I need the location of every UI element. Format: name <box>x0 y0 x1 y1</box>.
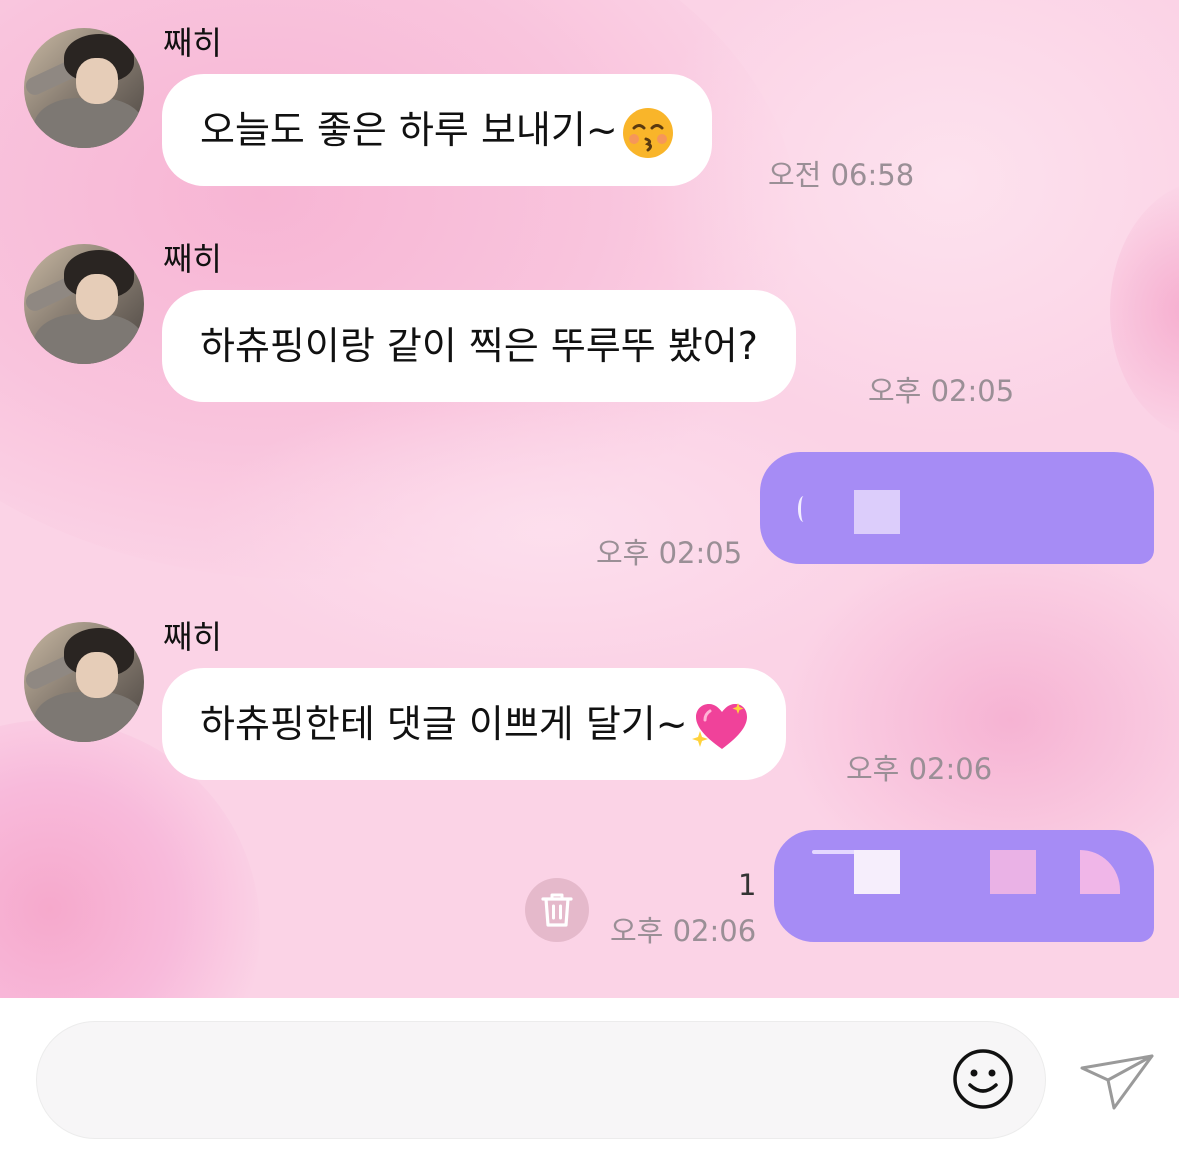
sender-avatar[interactable] <box>24 28 144 148</box>
message-timestamp: 오후 02:06 <box>846 752 993 786</box>
send-button[interactable] <box>1078 1050 1156 1112</box>
message-text: 오늘도 좋은 하루 보내기~ <box>200 108 618 152</box>
message-input[interactable] <box>73 1048 957 1114</box>
sender-name: 째히 <box>163 240 222 278</box>
kissing-face-icon <box>622 107 673 158</box>
delete-button[interactable] <box>525 878 589 942</box>
redacted-content <box>854 850 900 894</box>
sender-name: 째히 <box>163 618 222 656</box>
redacted-content <box>1080 850 1120 894</box>
outgoing-message-bubble[interactable] <box>760 452 1154 564</box>
message-timestamp: 오후 02:05 <box>868 374 1015 408</box>
trash-icon <box>541 893 573 927</box>
message-timestamp: 오전 06:58 <box>768 158 915 192</box>
redacted-content <box>798 496 809 522</box>
smiley-face-icon <box>953 1049 1013 1109</box>
sender-avatar[interactable] <box>24 622 144 742</box>
sender-avatar[interactable] <box>24 244 144 364</box>
emoji-button[interactable] <box>952 1048 1014 1110</box>
message-timestamp: 오후 02:05 <box>596 536 743 570</box>
incoming-message-bubble[interactable]: 하츄핑이랑 같이 찍은 뚜루뚜 봤어? <box>162 290 796 402</box>
outgoing-message-bubble[interactable] <box>774 830 1154 942</box>
incoming-message-bubble[interactable]: 하츄핑한테 댓글 이쁘게 달기~ <box>162 668 786 780</box>
redacted-content <box>854 490 900 534</box>
sender-name: 째히 <box>163 24 222 62</box>
paper-plane-icon <box>1080 1054 1154 1110</box>
redacted-content <box>990 850 1036 894</box>
unread-count: 1 <box>738 868 757 902</box>
sparkling-heart-icon <box>691 702 747 749</box>
message-composer[interactable] <box>36 1021 1046 1139</box>
message-text: 하츄핑이랑 같이 찍은 뚜루뚜 봤어? <box>200 324 758 368</box>
message-timestamp: 오후 02:06 <box>610 914 757 948</box>
incoming-message-bubble[interactable]: 오늘도 좋은 하루 보내기~ <box>162 74 712 186</box>
message-text: 하츄핑한테 댓글 이쁘게 달기~ <box>200 702 688 746</box>
